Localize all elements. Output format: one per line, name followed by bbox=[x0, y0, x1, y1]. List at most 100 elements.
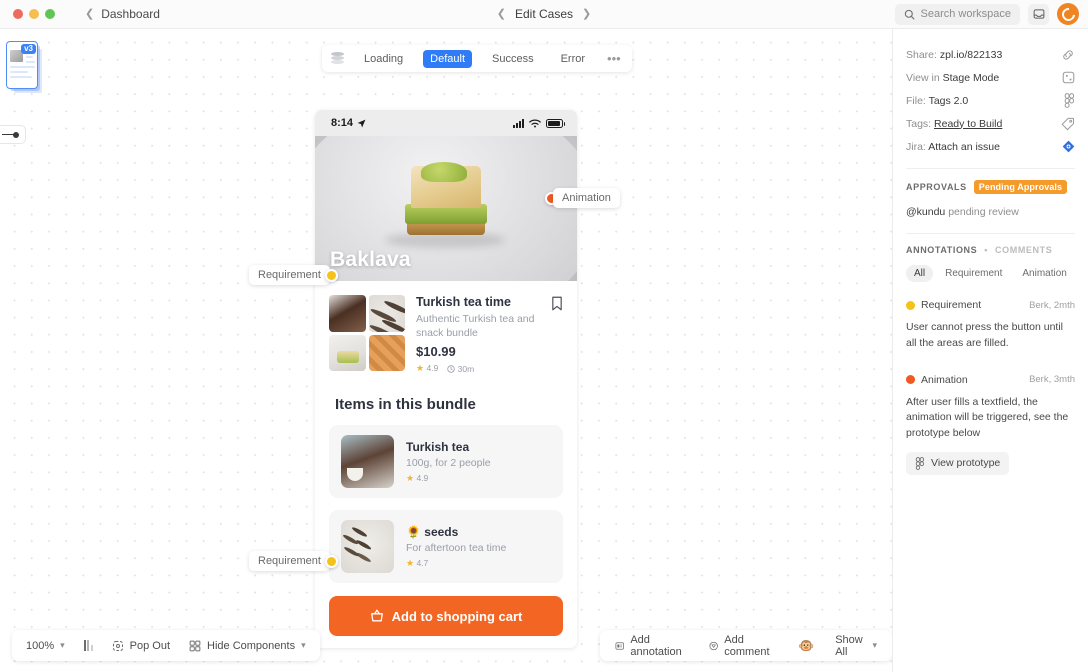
bundle-heading: Items in this bundle bbox=[335, 396, 476, 414]
pop-out-button[interactable]: Pop Out bbox=[112, 640, 170, 652]
window-controls[interactable] bbox=[0, 9, 55, 19]
thumb-4 bbox=[368, 334, 405, 371]
bundle-item-rating: ★ 4.7 bbox=[406, 558, 506, 569]
maximize-window-button[interactable] bbox=[45, 9, 55, 19]
file-key: File: bbox=[906, 94, 926, 107]
variant-tab-loading[interactable]: Loading bbox=[357, 50, 410, 68]
variant-tab-success[interactable]: Success bbox=[485, 50, 541, 68]
approver-handle: @kundu bbox=[906, 206, 946, 218]
pin-requirement-bottom[interactable]: Requirement bbox=[249, 551, 338, 571]
share-row[interactable]: Share: zpl.io/822133 bbox=[906, 43, 1075, 66]
add-to-cart-button[interactable]: Add to shopping cart bbox=[329, 596, 563, 637]
inbox-button[interactable] bbox=[1028, 3, 1049, 25]
emoji-reaction-button[interactable]: 🐵 bbox=[798, 638, 814, 654]
pin-requirement-top[interactable]: Requirement bbox=[249, 265, 338, 285]
view-prototype-button[interactable]: View prototype bbox=[906, 451, 1010, 475]
tab-comments[interactable]: COMMENTS bbox=[995, 245, 1052, 255]
filter-all[interactable]: All bbox=[906, 265, 934, 282]
stage-mode-icon[interactable] bbox=[1062, 71, 1075, 84]
close-window-button[interactable] bbox=[13, 9, 23, 19]
search-placeholder: Search workspace bbox=[920, 8, 1012, 20]
canvas-toolbar-left: 100% ▾ Pop Out Hide Components ▾ bbox=[12, 630, 320, 661]
annotation-entry-animation[interactable]: Animation Berk, 3mth After user fills a … bbox=[906, 374, 1075, 475]
status-time: 8:14 bbox=[331, 117, 354, 129]
jira-row[interactable]: Jira: Attach an issue bbox=[906, 135, 1075, 158]
bundle-item-turkish-tea[interactable]: Turkish tea 100g, for 2 people ★ 4.9 bbox=[329, 425, 563, 499]
add-comment-button[interactable]: Add comment bbox=[709, 634, 777, 658]
show-all-button[interactable]: Show All ▾ bbox=[835, 634, 877, 658]
product-time: 30m bbox=[447, 364, 474, 374]
approvals-heading: APPROVALS bbox=[906, 182, 967, 192]
divider bbox=[906, 168, 1075, 169]
tab-annotations[interactable]: ANNOTATIONS bbox=[906, 245, 977, 255]
annotation-type-label: Requirement bbox=[921, 299, 982, 311]
current-screen-label: Edit Cases bbox=[514, 7, 574, 21]
star-icon: ★ bbox=[416, 363, 425, 374]
jira-text: Jira: Attach an issue bbox=[906, 141, 1000, 153]
screen-navigator: ❮ Edit Cases ❯ bbox=[497, 7, 591, 21]
minimize-window-button[interactable] bbox=[29, 9, 39, 19]
figma-icon bbox=[915, 456, 924, 470]
hero-image: Baklava bbox=[315, 136, 577, 281]
zoom-control[interactable]: 100% ▾ bbox=[26, 640, 65, 652]
annotation-filters: All Requirement Animation bbox=[906, 265, 1075, 282]
add-annotation-button[interactable]: Add annotation bbox=[615, 634, 688, 658]
avatar[interactable] bbox=[1057, 3, 1079, 25]
jira-icon[interactable] bbox=[1062, 140, 1075, 153]
hide-components-button[interactable]: Hide Components ▾ bbox=[189, 640, 306, 652]
product-price: $10.99 bbox=[416, 344, 456, 360]
annotation-dot-icon bbox=[906, 300, 915, 310]
star-icon: ★ bbox=[406, 557, 415, 568]
next-screen-button[interactable]: ❯ bbox=[582, 8, 591, 20]
view-in-value: Stage Mode bbox=[942, 71, 1000, 84]
annotation-type-label: Animation bbox=[921, 373, 968, 386]
link-icon[interactable] bbox=[1061, 48, 1075, 62]
view-in-row[interactable]: View in Stage Mode bbox=[906, 66, 1075, 89]
show-all-label: Show All bbox=[835, 633, 863, 658]
compare-icon[interactable] bbox=[83, 640, 93, 651]
bundle-item-seeds[interactable]: 🌻 seeds For aftertoon tea time ★ 4.7 bbox=[329, 510, 563, 584]
annotation-dot-icon bbox=[906, 375, 915, 384]
figma-icon[interactable] bbox=[1064, 93, 1075, 108]
pin-animation[interactable]: Animation bbox=[545, 188, 620, 208]
prev-screen-button[interactable]: ❮ bbox=[497, 8, 506, 20]
filter-requirement[interactable]: Requirement bbox=[937, 265, 1010, 282]
filter-animation[interactable]: Animation bbox=[1014, 265, 1074, 282]
chevron-left-icon: ❮ bbox=[85, 7, 95, 20]
file-row[interactable]: File: Tags 2.0 bbox=[906, 89, 1075, 112]
variant-tab-default[interactable]: Default bbox=[423, 49, 473, 68]
back-to-dashboard[interactable]: ❮ Dashboard bbox=[85, 7, 160, 21]
variant-tab-error[interactable]: Error bbox=[554, 50, 592, 68]
annotation-entry-requirement[interactable]: Requirement Berk, 2mth User cannot press… bbox=[906, 299, 1075, 352]
search-input[interactable]: Search workspace bbox=[894, 3, 1020, 25]
share-key: Share: bbox=[906, 48, 937, 61]
tags-value[interactable]: Ready to Build bbox=[934, 118, 1002, 130]
components-icon bbox=[189, 640, 201, 651]
product-thumbnail-grid[interactable] bbox=[329, 295, 405, 371]
star-icon: ★ bbox=[406, 472, 415, 483]
canvas[interactable]: v3 Loading Default Success Error ••• 8:1… bbox=[0, 29, 892, 672]
annotation-head: Animation Berk, 3mth bbox=[906, 374, 1075, 386]
annotation-body: After user fills a textfield, the animat… bbox=[906, 395, 1069, 440]
pop-out-icon bbox=[112, 640, 123, 651]
status-time-wrap: 8:14 bbox=[331, 117, 366, 129]
view-in-text: View in Stage Mode bbox=[906, 72, 999, 84]
phone-status-bar: 8:14 bbox=[315, 110, 577, 136]
thumb-2 bbox=[368, 295, 405, 332]
bundle-item-rating-value: 4.9 bbox=[416, 472, 429, 483]
product-summary: Turkish tea time Authentic Turkish tea a… bbox=[315, 281, 577, 382]
bookmark-button[interactable] bbox=[551, 296, 563, 311]
chevron-down-icon: ▾ bbox=[872, 640, 877, 650]
rail-slider-handle[interactable] bbox=[0, 125, 26, 144]
approvals-header: APPROVALS Pending Approvals bbox=[906, 180, 1075, 194]
bookmark-icon bbox=[552, 296, 562, 311]
jira-value: Attach an issue bbox=[928, 140, 1000, 153]
layers-icon bbox=[331, 52, 344, 65]
version-thumbnail-v3[interactable]: v3 bbox=[6, 41, 38, 89]
tags-row[interactable]: Tags: Ready to Build bbox=[906, 112, 1075, 135]
variant-more-button[interactable]: ••• bbox=[605, 51, 623, 66]
variant-toolbar[interactable]: Loading Default Success Error ••• bbox=[322, 45, 632, 72]
zoom-level: 100% bbox=[26, 639, 55, 652]
annotations-header: ANNOTATIONS • COMMENTS bbox=[906, 245, 1075, 255]
tag-icon[interactable] bbox=[1061, 117, 1075, 131]
